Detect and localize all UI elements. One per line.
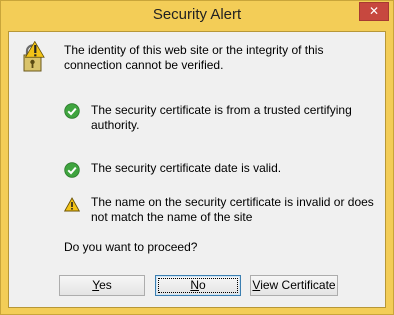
proceed-prompt: Do you want to proceed? [64, 240, 198, 254]
title-bar[interactable]: Security Alert ✕ [1, 1, 393, 31]
close-icon: ✕ [368, 4, 380, 18]
dialog-body: The identity of this web site or the int… [8, 31, 386, 308]
name-invalid-text: The name on the security certificate is … [91, 195, 374, 224]
yes-button[interactable]: Yes [59, 275, 145, 296]
lock-warning-icon [23, 41, 45, 72]
check-circle-icon [64, 103, 80, 119]
warning-triangle-icon [64, 197, 80, 212]
date-valid-text: The security certificate date is valid. [91, 161, 282, 175]
check-circle-icon [64, 162, 80, 178]
view-certificate-label: iew Certificate [260, 278, 336, 292]
focus-ring [158, 278, 238, 293]
security-alert-dialog: Security Alert ✕ The identity of this we… [0, 0, 394, 315]
dialog-title: Security Alert [152, 6, 242, 23]
close-button[interactable]: ✕ [359, 2, 389, 21]
view-certificate-button[interactable]: View Certificate [250, 275, 338, 296]
header-message: The identity of this web site or the int… [64, 43, 324, 72]
trusted-authority-text: The security certificate is from a trust… [91, 103, 352, 132]
no-button[interactable]: No [155, 275, 241, 296]
yes-label: es [99, 278, 112, 292]
